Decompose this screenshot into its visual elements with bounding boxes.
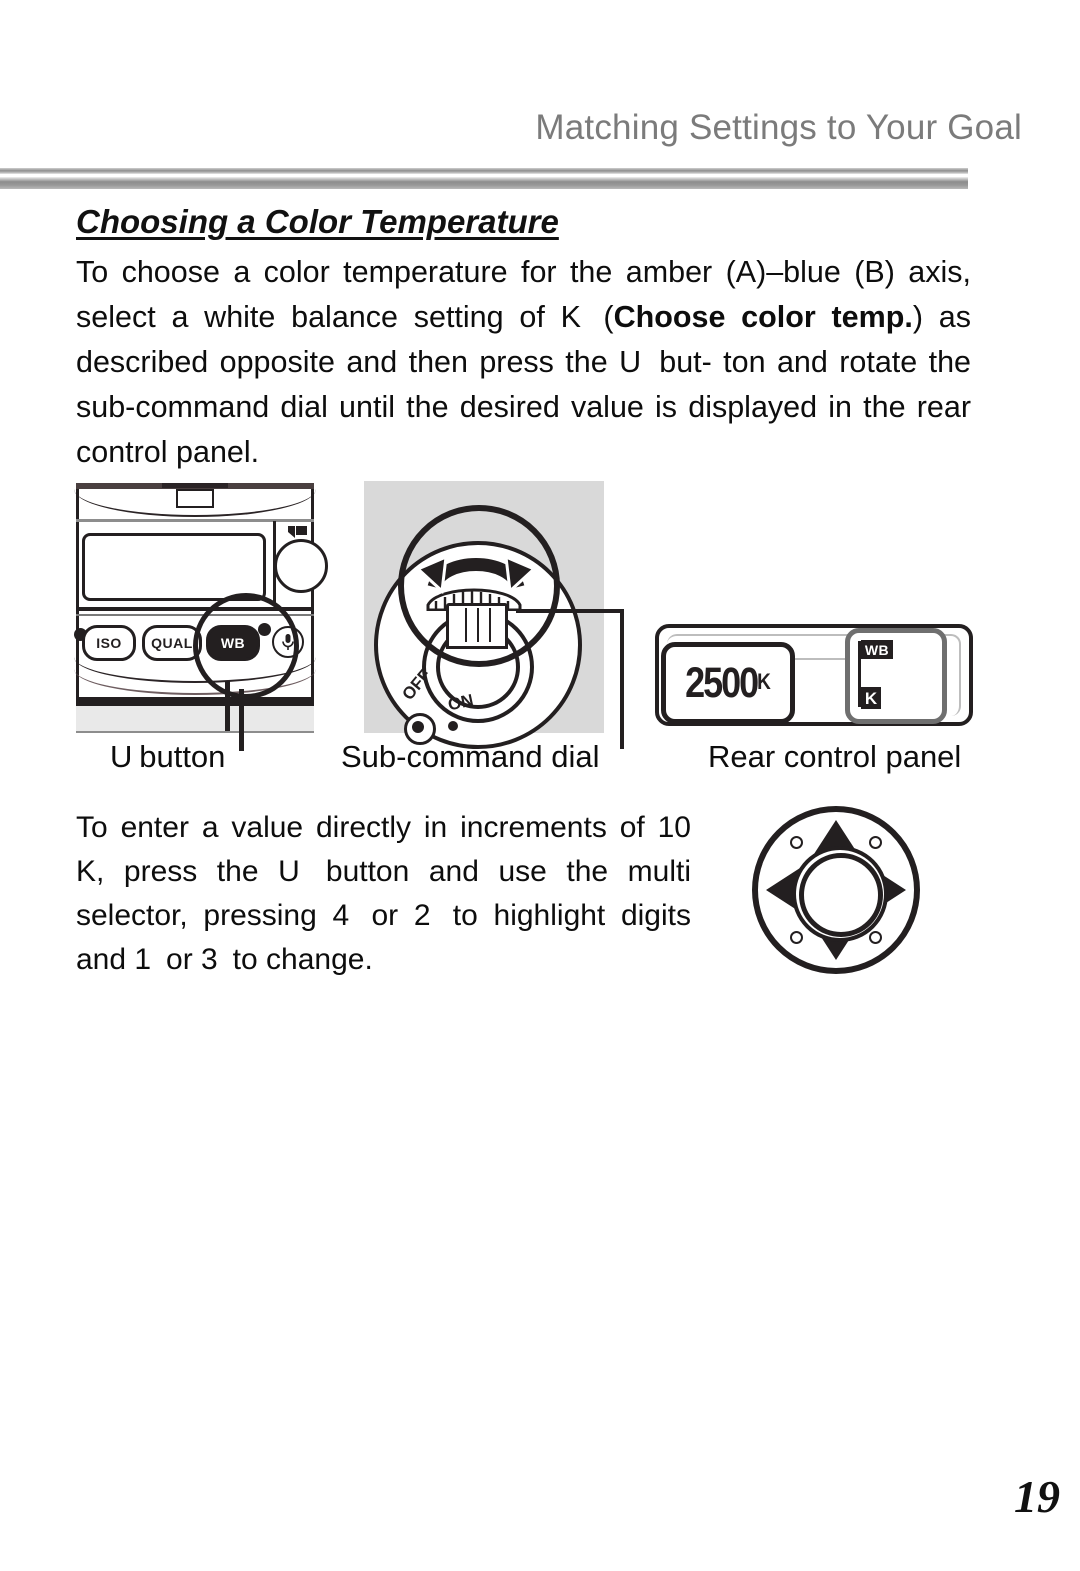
screw-bottom-left-icon (790, 931, 803, 944)
p2-line2b: button and use (306, 855, 547, 888)
wb-tag: WB (861, 640, 893, 659)
wb-indicator-callout: WB K (845, 628, 947, 724)
dial-bottom-button-core (412, 721, 424, 733)
kelvin-unit: K (757, 670, 771, 695)
symbol-left-arrow: 4 (332, 899, 356, 932)
dial-leader-vertical (620, 609, 624, 749)
p1-bold-choose: Choose color (613, 300, 816, 334)
caption-rear-control-panel: Rear control panel (708, 739, 962, 774)
camera-top-lcd (82, 533, 266, 601)
kelvin-value: 2500 (685, 658, 759, 707)
screw-bottom-right-icon (869, 931, 882, 944)
screw-top-right-icon (869, 836, 882, 849)
symbol-right-arrow: 2 (413, 899, 438, 932)
multi-selector-ok-button[interactable] (799, 853, 883, 937)
k-tag: K (861, 687, 881, 709)
page-number: 19 (1014, 1471, 1060, 1522)
screw-top-left-icon (790, 836, 803, 849)
p1-line3b: but- (647, 345, 712, 379)
kelvin-value-callout: 2500 K (661, 642, 795, 724)
p2-line1: To enter a value directly in increments (76, 811, 607, 844)
multi-selector-illustration (752, 806, 920, 974)
section-heading: Choosing a Color Temperature (76, 203, 559, 240)
paragraph-direct-entry: To enter a value directly in increments … (76, 806, 691, 982)
p2-line4b: to change. (224, 943, 373, 976)
camera-base-plate (76, 706, 314, 733)
symbol-up-arrow: 1 (134, 943, 158, 976)
symbol-u-button: U (619, 345, 648, 379)
camera-hotshoe (162, 483, 228, 488)
symbol-k-wb: K (560, 300, 588, 334)
p1-bold-temp: temp. (831, 300, 913, 334)
dial-leader-horizontal (516, 609, 624, 613)
rule-thick-band (0, 177, 968, 189)
sub-command-dial-illustration: OFF ON (364, 481, 624, 749)
mode-flag-icon (288, 525, 308, 539)
power-on-label: ON (446, 690, 476, 715)
running-header: Matching Settings to Your Goal (535, 108, 1022, 147)
caption-sub-command-dial: Sub-command dial (341, 739, 600, 774)
symbol-u-button-2: U (278, 855, 307, 888)
camera-top-plate-illustration: ISO QUAL WB (74, 483, 328, 751)
rotate-arrows-icon (415, 533, 537, 603)
dial-small-dot (448, 721, 458, 731)
rear-control-panel-illustration: 2500 K WB K (655, 624, 973, 726)
paragraph-intro: To choose a color temperature for the am… (76, 250, 971, 475)
caption-u-text: button (139, 739, 226, 774)
p2-line3mid: or (355, 899, 414, 932)
p1-line1: To choose a color temperature for the am… (76, 255, 895, 289)
p2-line3b: to (437, 899, 478, 932)
camera-mode-dial (274, 539, 328, 593)
iso-button[interactable]: ISO (82, 625, 136, 661)
camera-base-black-bar (76, 697, 314, 706)
p1-line2b: ( (587, 300, 614, 334)
wb-button-callout-circle (193, 593, 299, 699)
p2-line4mid: or (157, 943, 202, 976)
caption-u-symbol: U (110, 739, 140, 774)
caption-u-button: Ubutton (110, 739, 225, 775)
power-off-label: OFF (398, 665, 435, 704)
wb-button-leader-line (239, 689, 244, 751)
header-divider-rule (0, 168, 968, 190)
symbol-down-arrow: 3 (201, 943, 225, 976)
